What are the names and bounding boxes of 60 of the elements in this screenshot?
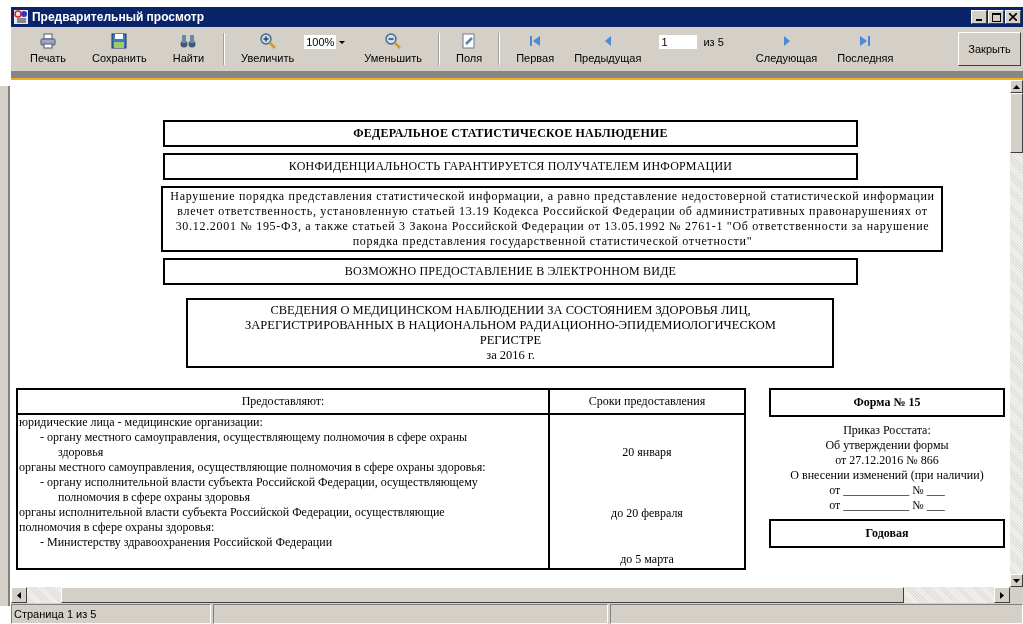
- legal-warning: Нарушение порядка представления статистической информации, а равно представление недостоверной статистической информации влечет ответственность, установленную статьей 13.19 Кодекса Российской Федерации об административных правонарушениях от 30.12.2001 № 195-ФЗ, а также статьей 3 Закона Российской Федерации от 13.05.1992 № 2761-1 "Об ответственности за нарушение порядка представления государственной статистической отчетности": [161, 186, 944, 252]
- maximize-icon: [991, 12, 1001, 22]
- next-page-button[interactable]: Следующая: [745, 28, 828, 70]
- submitter-text: органы исполнительной власти субъекта Российской Федерации, осуществляющие полномочия в сфере охраны здоровья:: [18, 505, 446, 535]
- first-page-button[interactable]: Первая: [506, 28, 565, 70]
- app-icon: [13, 9, 29, 25]
- window-title: Предварительный просмотр: [32, 10, 205, 24]
- recipient-text: - Министерству здравоохранения Российской Федерации: [39, 535, 334, 550]
- page-number-field[interactable]: 1: [659, 35, 698, 49]
- scroll-right-icon: [1000, 591, 1004, 599]
- deadline-text: до 20 февраля: [611, 506, 683, 521]
- close-button[interactable]: Закрыть: [958, 32, 1021, 66]
- zoom-dropdown[interactable]: 100%: [304, 35, 349, 49]
- next-icon: [782, 35, 791, 47]
- save-button[interactable]: Сохранить: [79, 28, 160, 70]
- zoom-out-icon: [384, 32, 403, 50]
- window-close-button[interactable]: [1005, 10, 1021, 24]
- previous-page-button[interactable]: Предыдущая: [564, 28, 652, 70]
- scroll-thumb[interactable]: [1010, 93, 1023, 153]
- form-number: Форма № 15: [769, 388, 1005, 417]
- last-page-button[interactable]: Последняя: [827, 28, 904, 70]
- vertical-scrollbar[interactable]: [1010, 80, 1023, 587]
- zoom-in-icon: [258, 32, 277, 50]
- scroll-down-icon: [1013, 578, 1020, 583]
- deadline-text: до 5 марта: [620, 552, 674, 567]
- scroll-left-icon: [17, 591, 21, 599]
- page-total: из 5: [703, 36, 724, 48]
- scroll-thumb[interactable]: [61, 587, 904, 603]
- minimize-button[interactable]: [971, 10, 987, 24]
- submitter-text: органы местного самоуправления, осуществляющие полномочия в сфере охраны здоровья:: [18, 460, 487, 475]
- electronic-submission-notice: ВОЗМОЖНО ПРЕДОСТАВЛЕНИЕ В ЭЛЕКТРОННОМ ВИДЕ: [163, 258, 858, 285]
- document-heading: ФЕДЕРАЛЬНОЕ СТАТИСТИЧЕСКОЕ НАБЛЮДЕНИЕ: [163, 120, 858, 147]
- column-header: Сроки предоставления: [587, 393, 707, 410]
- previous-icon: [603, 35, 612, 47]
- order-text: Приказ Росстата:: [843, 423, 931, 438]
- order-text: Об утверждении формы: [825, 438, 949, 453]
- recipient-text: - органу местного самоуправления, осуществляющему полномочия в сфере охраны здоровья: [39, 430, 469, 460]
- order-text: от 27.12.2016 № 866: [835, 453, 939, 468]
- status-bar-text: Страница 1 из 5: [11, 604, 211, 624]
- report-period: за 2016 г.: [486, 348, 535, 363]
- confidentiality-notice: КОНФИДЕНЦИАЛЬНОСТЬ ГАРАНТИРУЕТСЯ ПОЛУЧАТЕЛЕМ ИНФОРМАЦИИ: [163, 153, 858, 180]
- zoom-out-button[interactable]: Уменьшить: [354, 28, 432, 70]
- deadline-text: 20 января: [622, 445, 672, 460]
- recipient-text: - органу исполнительной власти субъекта Российской Федерации, осуществляющему полномочия в сфере охраны здоровья: [39, 475, 479, 505]
- periodicity: Годовая: [769, 519, 1005, 548]
- order-text: от ___________ № ___: [829, 483, 945, 498]
- find-button[interactable]: Найти: [159, 28, 218, 70]
- zoom-in-button[interactable]: Увеличить: [231, 28, 305, 70]
- margins-button[interactable]: Поля: [446, 28, 493, 70]
- maximize-button[interactable]: [988, 10, 1004, 24]
- binoculars-icon: [179, 32, 198, 50]
- print-button[interactable]: Печать: [17, 28, 80, 70]
- column-header: Предоставляют:: [18, 390, 550, 413]
- horizontal-scrollbar[interactable]: [11, 587, 1023, 603]
- printer-icon: [39, 32, 57, 50]
- close-icon: [1009, 13, 1017, 21]
- order-text: О внесении изменений (при наличии): [790, 468, 984, 483]
- submitter-text: юридические лица - медицинские организации:: [18, 415, 264, 430]
- order-text: от ___________ № ___: [829, 498, 945, 513]
- scroll-up-icon: [1013, 84, 1020, 89]
